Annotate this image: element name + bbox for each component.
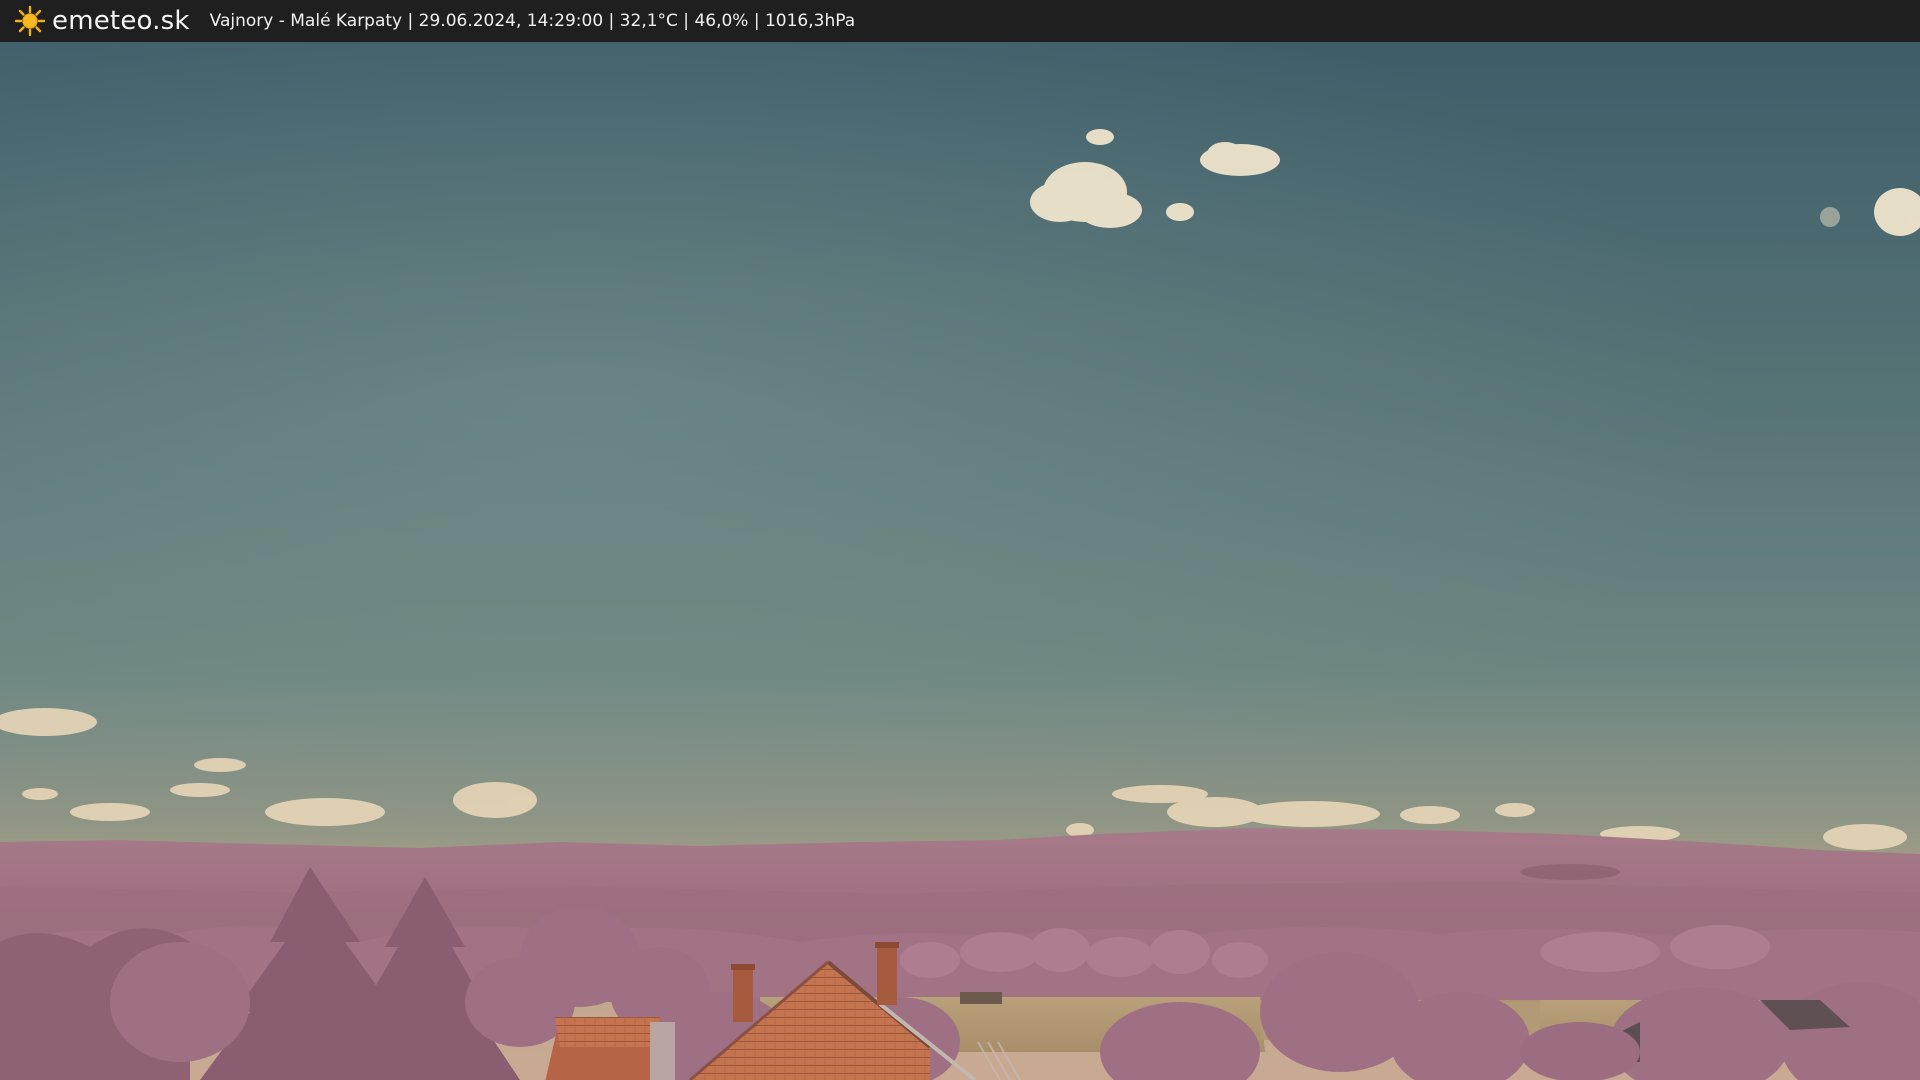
logo[interactable]: emeteo.sk	[14, 5, 190, 37]
webcam-caption: Vajnory - Malé Karpaty | 29.06.2024, 14:…	[209, 11, 856, 31]
brand-name: emeteo.sk	[52, 6, 190, 36]
sun-icon	[14, 5, 46, 37]
landscape-photo	[0, 42, 1920, 1080]
webcam-image	[0, 42, 1920, 1080]
header-bar: emeteo.sk Vajnory - Malé Karpaty | 29.06…	[0, 0, 1920, 42]
